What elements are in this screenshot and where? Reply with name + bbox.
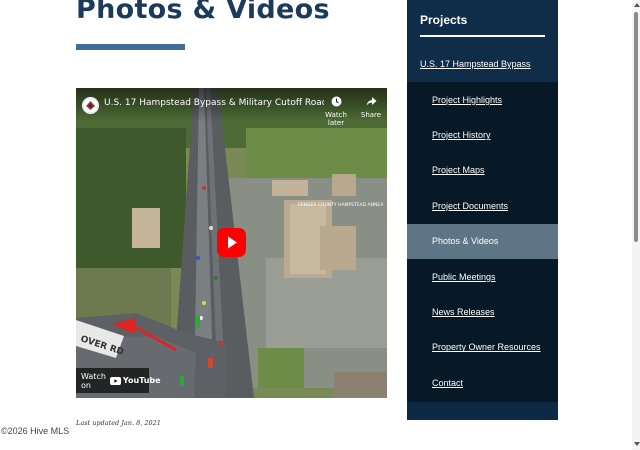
sidebar-parent-link[interactable]: U.S. 17 Hampstead Bypass	[420, 59, 531, 69]
sidebar-item-contact[interactable]: Contact	[407, 365, 558, 400]
watch-later-label: Watch later	[325, 111, 347, 127]
play-button[interactable]	[217, 228, 246, 257]
annex-sign: PENDER COUNTY HAMPSTEAD ANNEX	[298, 202, 383, 208]
sidebar-item-project-highlights[interactable]: Project Highlights	[407, 82, 558, 117]
title-underline	[76, 44, 185, 50]
video-player[interactable]: OVER RD PENDER COUNTY HAMPSTEAD ANNEX U.…	[76, 88, 387, 398]
youtube-logo: YouTube	[109, 376, 161, 385]
sidebar-item-property-owner-resources[interactable]: Property Owner Resources	[407, 330, 558, 365]
sidebar-item-photos-videos[interactable]: Photos & Videos	[407, 223, 558, 259]
projects-sidebar: Projects U.S. 17 Hampstead Bypass Projec…	[407, 0, 558, 420]
clock-icon	[331, 96, 341, 107]
page-title: Photos & Videos	[76, 0, 330, 25]
sidebar-item-project-history[interactable]: Project History	[407, 117, 558, 152]
watch-on-youtube-button[interactable]: Watch on YouTube	[76, 368, 161, 393]
copyright-text: ©2026 Hive MLS	[1, 426, 70, 436]
sidebar-item-public-meetings[interactable]: Public Meetings	[407, 259, 558, 294]
sidebar-title-underline	[420, 35, 545, 37]
share-button[interactable]: Share	[359, 96, 383, 119]
sidebar-list: Project Highlights Project History Proje…	[407, 82, 558, 402]
channel-logo-icon[interactable]	[82, 97, 99, 114]
sidebar-item-project-maps[interactable]: Project Maps	[407, 153, 558, 188]
video-title[interactable]: U.S. 17 Hampstead Bypass & Military Cuto…	[104, 98, 324, 108]
youtube-label: YouTube	[122, 376, 161, 385]
scrollbar-thumb[interactable]	[634, 12, 638, 242]
sidebar-header: Projects U.S. 17 Hampstead Bypass	[407, 0, 558, 82]
share-icon	[366, 97, 376, 106]
play-icon	[228, 236, 237, 249]
scroll-up-arrow-icon[interactable]	[634, 3, 640, 7]
youtube-logo-icon	[109, 376, 121, 385]
watch-later-button[interactable]: Watch later	[319, 96, 353, 127]
watch-on-label: Watch on	[81, 371, 106, 390]
scroll-down-arrow-icon[interactable]	[634, 442, 640, 446]
share-label: Share	[360, 111, 382, 119]
sidebar-item-news-releases[interactable]: News Releases	[407, 294, 558, 329]
sidebar-item-project-documents[interactable]: Project Documents	[407, 188, 558, 223]
sidebar-title: Projects	[420, 13, 468, 27]
sidebar-footer	[407, 402, 558, 420]
last-updated-text: Last updated Jan. 8, 2021	[76, 419, 161, 427]
